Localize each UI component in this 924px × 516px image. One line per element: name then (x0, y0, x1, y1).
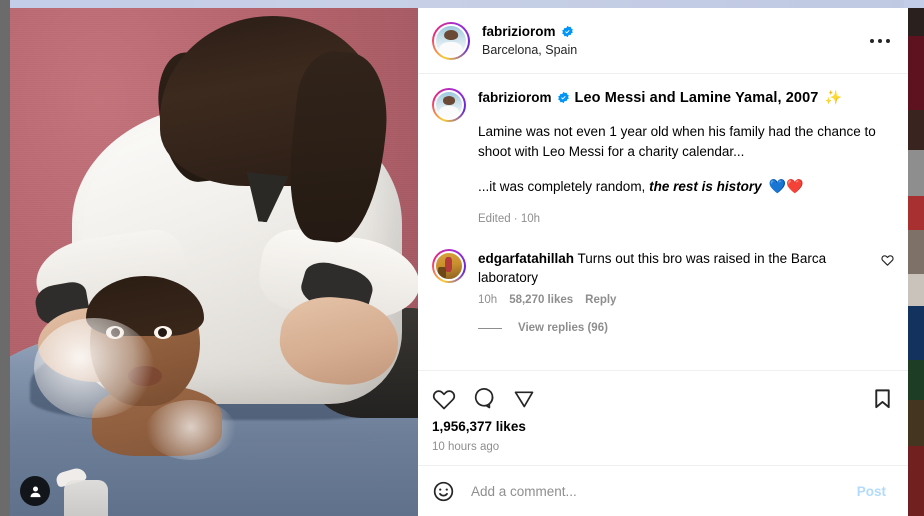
instagram-post-card: fabriziorom Barcelona, Spain fabriziorom… (10, 8, 908, 516)
comment-like-button[interactable] (875, 249, 894, 271)
person-tag-icon[interactable] (20, 476, 50, 506)
screenshot-root: fabriziorom Barcelona, Spain fabriziorom… (0, 0, 924, 516)
comment-row: edgarfatahillah Turns out this bro was r… (432, 249, 894, 306)
add-comment-input[interactable] (469, 482, 851, 500)
caption-row: fabriziorom Leo Messi and Lamine Yamal, … (432, 88, 894, 227)
sparkles-emoji-icon: ✨ (824, 89, 842, 105)
post-location[interactable]: Barcelona, Spain (482, 42, 577, 59)
post-header-text: fabriziorom Barcelona, Spain (482, 23, 577, 59)
verified-badge-icon (561, 25, 573, 37)
background-left-gutter (0, 0, 10, 516)
post-details-panel: fabriziorom Barcelona, Spain fabriziorom… (418, 8, 908, 516)
comment-text-line: edgarfatahillah Turns out this bro was r… (478, 249, 875, 287)
share-paper-plane-icon (514, 391, 534, 408)
caption-meta: Edited · 10h (478, 213, 541, 225)
heart-outline-icon (432, 390, 456, 410)
caption-author-avatar[interactable] (432, 88, 466, 122)
add-comment-bar: Post (418, 466, 908, 516)
post-author-username[interactable]: fabriziorom (482, 23, 556, 40)
like-button[interactable] (432, 382, 464, 414)
comments-scroll-area[interactable]: fabriziorom Leo Messi and Lamine Yamal, … (418, 74, 908, 370)
bookmark-outline-icon (875, 388, 890, 408)
view-replies-dash (478, 327, 502, 329)
caption-author-username[interactable]: fabriziorom (478, 90, 552, 105)
photo-baby-pupil-right (158, 328, 167, 337)
background-page-top-strip (0, 0, 924, 8)
caption-paragraph-1: Lamine was not even 1 year old when his … (478, 124, 876, 159)
comment-body: edgarfatahillah Turns out this bro was r… (478, 249, 875, 306)
post-time-ago: 10 hours ago (432, 441, 500, 453)
photo-bottle (64, 480, 108, 516)
comment-likes-count[interactable]: 58,270 likes (509, 294, 573, 306)
caption-paragraph-2-pre: ...it was completely random, (478, 179, 650, 194)
view-replies-button[interactable]: View replies (96) (478, 322, 894, 334)
action-icons-row (432, 379, 894, 417)
caption-title: Leo Messi and Lamine Yamal, 2007 (574, 90, 819, 106)
post-header-name-row: fabriziorom (482, 23, 577, 40)
post-media[interactable] (10, 8, 418, 516)
caption-title-line: fabriziorom Leo Messi and Lamine Yamal, … (478, 88, 894, 108)
emoji-smiley-icon[interactable] (432, 480, 455, 503)
share-button[interactable] (512, 382, 544, 414)
comment-author-username[interactable]: edgarfatahillah (478, 251, 574, 266)
verified-badge-icon (557, 91, 569, 104)
photo-soap-suds-secondary (146, 400, 236, 460)
photo-soap-suds (34, 318, 154, 418)
likes-count[interactable]: 1,956,377 likes (432, 419, 894, 434)
hearts-emoji-icon: 💙❤️ (768, 178, 804, 194)
caption-paragraph-2: ...it was completely random, the rest is… (478, 176, 894, 197)
edgarfatahillah-avatar[interactable] (432, 249, 466, 283)
caption-paragraph-2-emphasis: the rest is history (649, 179, 762, 194)
more-options-icon[interactable] (866, 29, 894, 53)
comment-button[interactable] (472, 382, 504, 414)
comment-block: edgarfatahillah Turns out this bro was r… (432, 249, 894, 334)
comment-time: 10h (478, 294, 498, 306)
post-header: fabriziorom Barcelona, Spain (418, 8, 908, 73)
fabriziorom-avatar[interactable] (432, 21, 470, 60)
comment-reply-button[interactable]: Reply (585, 294, 616, 306)
comment-bubble-icon (474, 388, 494, 409)
view-replies-label: View replies (96) (518, 322, 608, 334)
post-comment-button[interactable]: Post (851, 483, 892, 500)
post-actions: 1,956,377 likes 10 hours ago (418, 371, 908, 465)
heart-outline-icon (881, 255, 894, 266)
comment-meta: 10h 58,270 likes Reply (478, 294, 875, 306)
caption-body: fabriziorom Leo Messi and Lamine Yamal, … (478, 88, 894, 227)
save-button[interactable] (871, 383, 894, 414)
